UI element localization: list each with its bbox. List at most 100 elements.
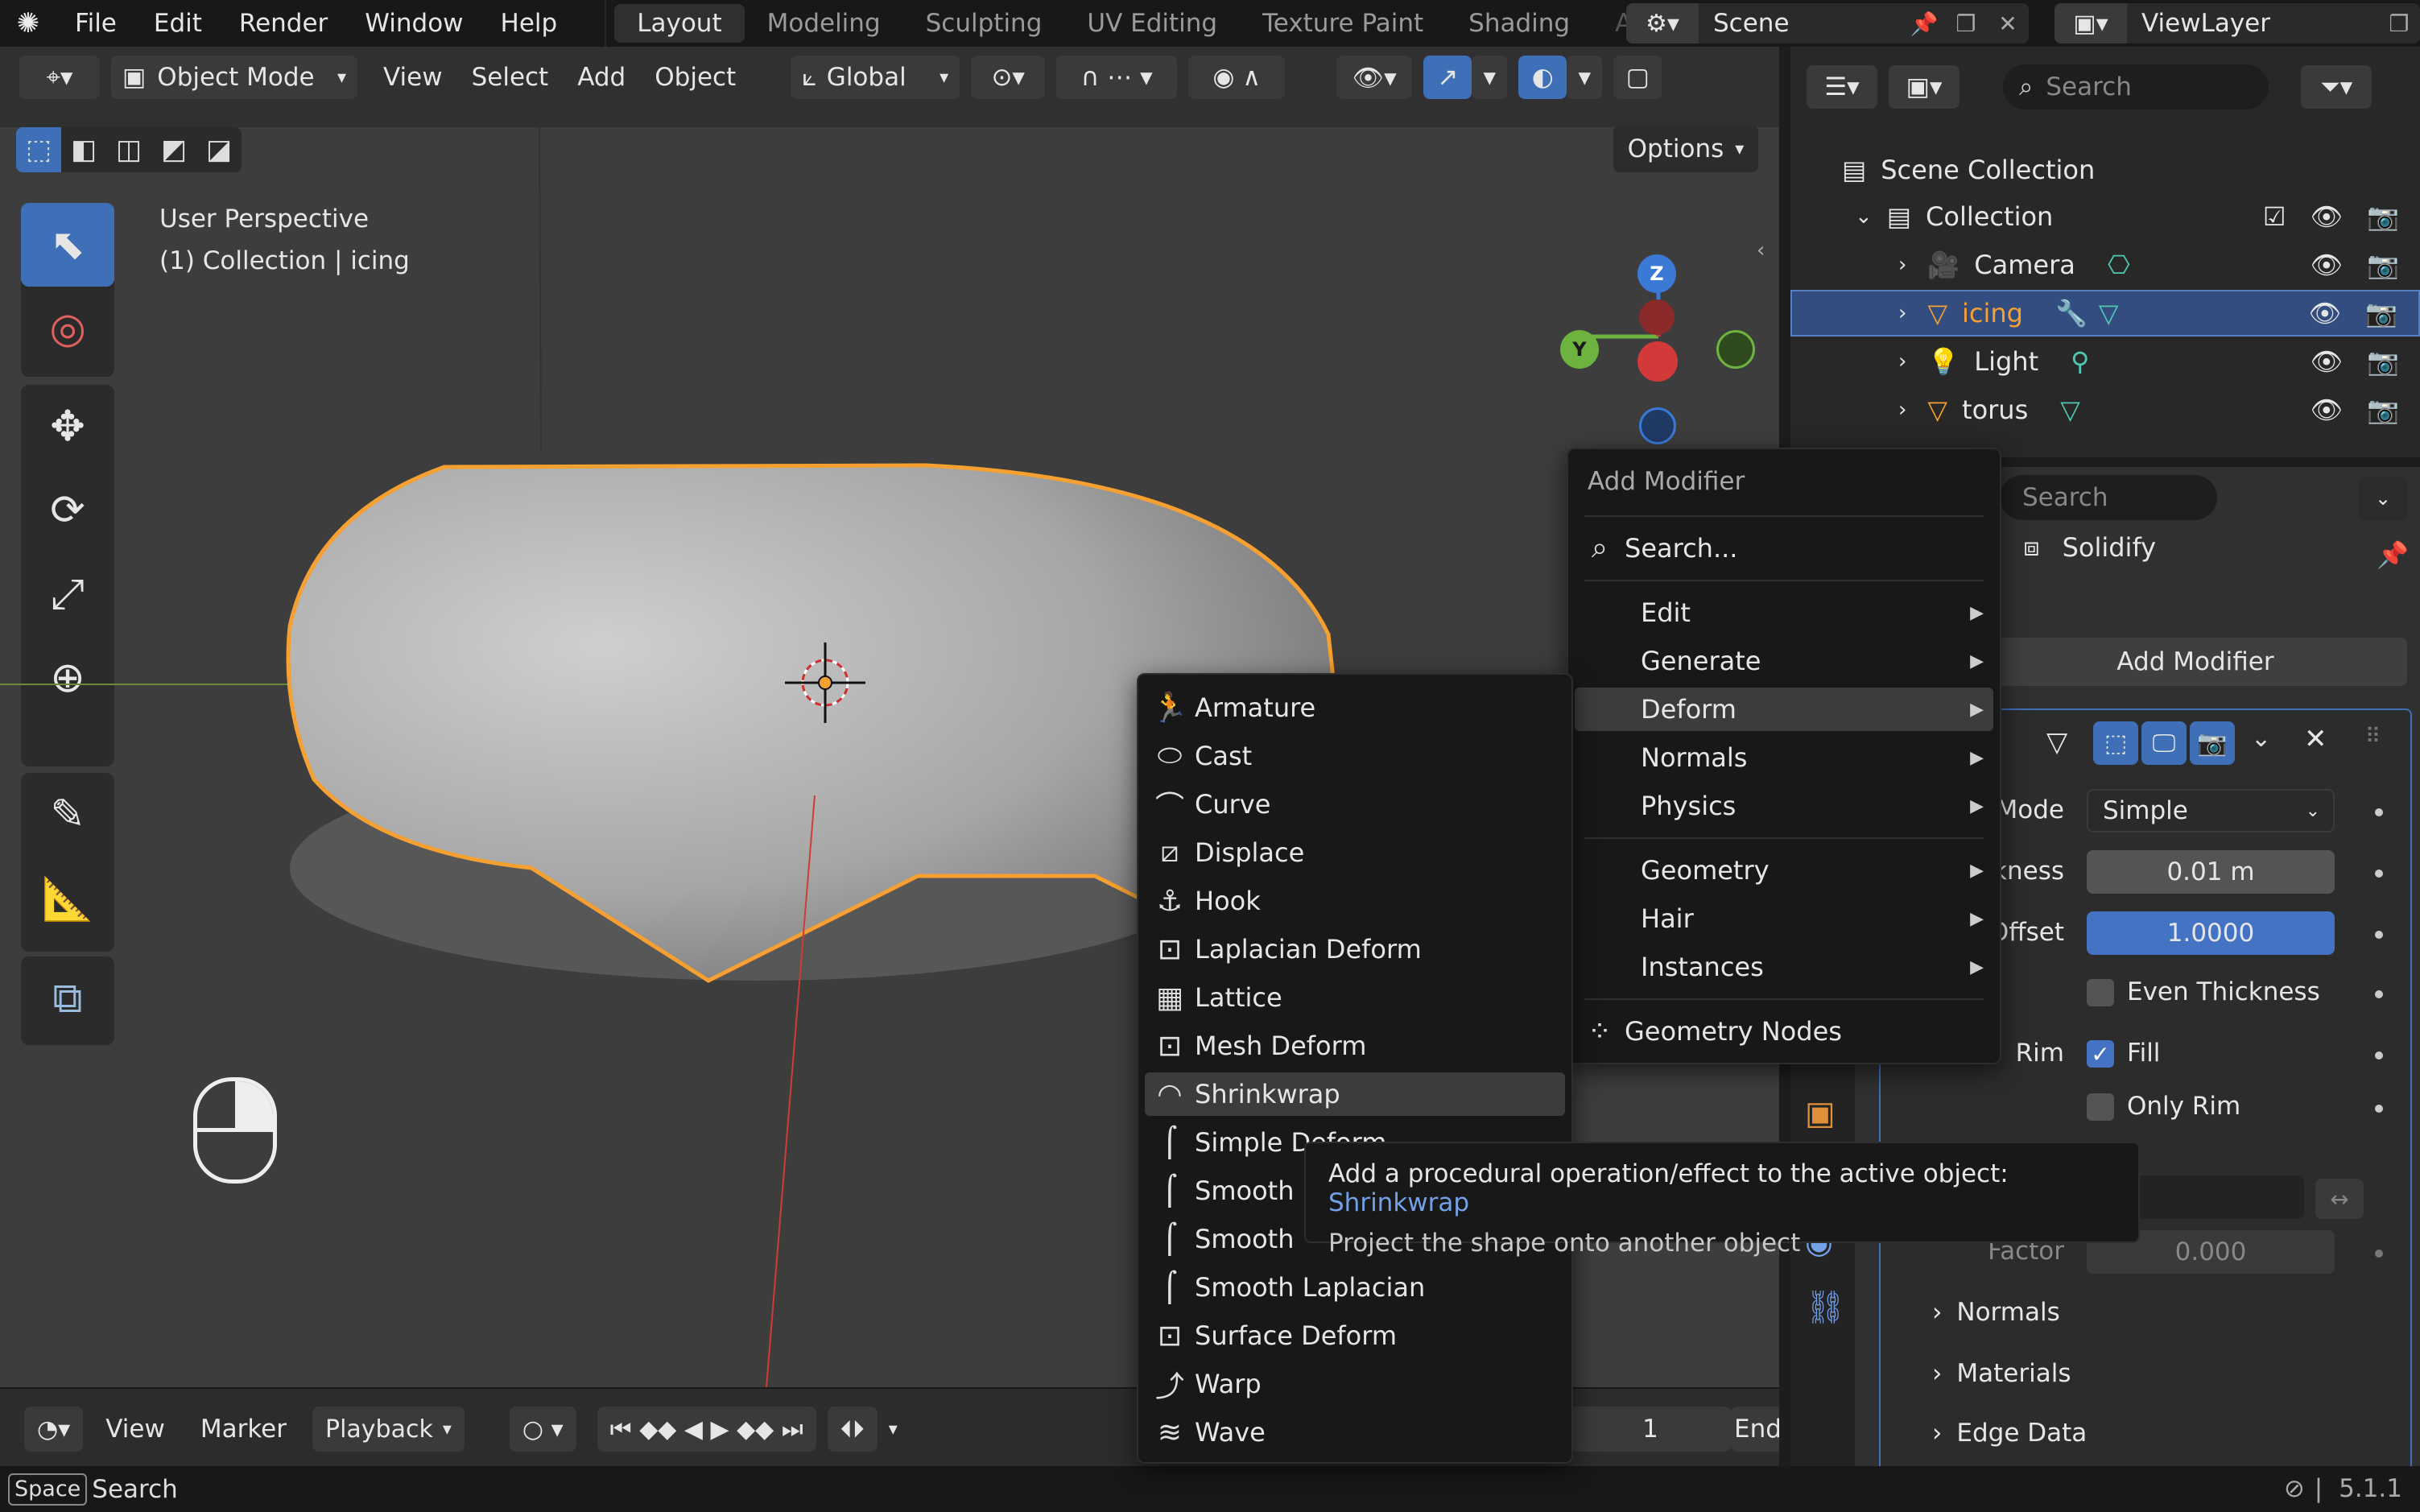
mesh-data-icon[interactable]: ▽ bbox=[2099, 298, 2119, 328]
blender-logo-icon[interactable]: ✺ bbox=[0, 0, 56, 47]
constraints-tab-icon[interactable]: ⛓ bbox=[1805, 1288, 1846, 1326]
eye-icon[interactable]: 👁 bbox=[2311, 201, 2344, 232]
camera-render-icon[interactable]: 📷 bbox=[2367, 201, 2399, 232]
deform-item-armature[interactable]: 🏃 Armature bbox=[1145, 686, 1565, 729]
scene-selector[interactable]: ⚙▾ Scene 📌 ❐ ✕ bbox=[1626, 3, 2029, 43]
playback-dropdown[interactable]: Playback ▾ bbox=[312, 1407, 465, 1452]
mode-dropdown[interactable]: Simple ⌄ bbox=[2087, 789, 2335, 832]
gizmo-dropdown[interactable]: ▾ bbox=[1472, 56, 1508, 99]
chevron-down-icon[interactable]: ▾ bbox=[889, 1419, 898, 1440]
solidify-modifier-row[interactable]: › ⧈ Solidify bbox=[1992, 531, 2156, 563]
orientation-dropdown[interactable]: ⟀ Global ▾ bbox=[791, 56, 960, 99]
modifier-toggle-viewport-icon[interactable]: 🖵 bbox=[2141, 721, 2187, 765]
outliner-item-torus[interactable]: › ▽ torus ▽ 👁 📷 bbox=[1790, 386, 2420, 433]
tab-texture-paint[interactable]: Texture Paint bbox=[1240, 4, 1446, 43]
xray-toggle[interactable]: ▢ bbox=[1613, 56, 1662, 99]
keyframe-dot[interactable] bbox=[2375, 870, 2383, 878]
offset-field[interactable]: 1.0000 bbox=[2087, 911, 2335, 955]
keyframe-dot[interactable] bbox=[2375, 808, 2383, 816]
deform-item-laplacian-deform[interactable]: ⊡ Laplacian Deform bbox=[1145, 927, 1565, 971]
eye-icon[interactable]: 👁 bbox=[2311, 346, 2344, 377]
deform-item-hook[interactable]: ⚓ Hook bbox=[1145, 879, 1565, 923]
outliner-item-icing[interactable]: › ▽ icing 🔧 ▽ 👁 📷 bbox=[1790, 290, 2420, 337]
menu-add[interactable]: Add bbox=[563, 56, 640, 99]
add-cube-tool-icon[interactable]: ⧉ bbox=[21, 956, 114, 1040]
chevron-down-icon[interactable]: ⌄ bbox=[1855, 204, 1873, 229]
outliner-item-camera[interactable]: › 🎥 Camera ⎔ 👁 📷 bbox=[1790, 242, 2420, 288]
outliner-editor-type[interactable]: ☰▾ bbox=[1807, 65, 1877, 109]
menu-render[interactable]: Render bbox=[221, 0, 346, 47]
select-subtract-icon[interactable]: ◫ bbox=[106, 127, 151, 172]
transform-tool-icon[interactable]: ⊕ bbox=[21, 636, 114, 720]
visibility-dropdown[interactable]: 👁▾ bbox=[1336, 56, 1413, 99]
deform-item-smooth-laplacian[interactable]: ⌠ Smooth Laplacian bbox=[1145, 1266, 1565, 1309]
scene-name[interactable]: Scene bbox=[1699, 9, 1903, 38]
select-extend-icon[interactable]: ◧ bbox=[61, 127, 106, 172]
select-invert-icon[interactable]: ◩ bbox=[151, 127, 196, 172]
wrench-modifier-icon[interactable]: 🔧 bbox=[2055, 298, 2088, 328]
menu-item-deform[interactable]: Deform ▶ bbox=[1575, 688, 1993, 731]
chevron-right-icon[interactable]: › bbox=[1898, 398, 1906, 422]
menu-object[interactable]: Object bbox=[640, 56, 750, 99]
deform-item-surface-deform[interactable]: ⊡ Surface Deform bbox=[1145, 1314, 1565, 1357]
modifier-extra-dropdown-icon[interactable]: ⌄ bbox=[2251, 725, 2271, 753]
view-layer-name[interactable]: ViewLayer bbox=[2127, 9, 2378, 38]
keyframe-dot[interactable] bbox=[2375, 1051, 2383, 1060]
collection-row[interactable]: ⌄ ▤ Collection ☑ 👁 📷 bbox=[1790, 193, 2420, 240]
modifier-toggle-editmode-icon[interactable]: ▽ bbox=[2046, 726, 2067, 758]
keyframe-dot[interactable] bbox=[2375, 1105, 2383, 1113]
options-dropdown[interactable]: Options ▾ bbox=[1613, 126, 1758, 172]
deform-item-shrinkwrap[interactable]: ◠ Shrinkwrap bbox=[1145, 1072, 1565, 1116]
gizmo-neg-y[interactable] bbox=[1716, 330, 1755, 369]
mesh-data-icon[interactable]: ▽ bbox=[2060, 395, 2080, 425]
chevron-right-icon[interactable]: › bbox=[1898, 301, 1906, 325]
overlay-toggle[interactable]: ◐ bbox=[1518, 56, 1567, 99]
tab-sculpting[interactable]: Sculpting bbox=[903, 4, 1065, 43]
tab-layout[interactable]: Layout bbox=[614, 4, 745, 43]
gizmo-neg-x[interactable] bbox=[1639, 300, 1675, 335]
cursor-tool-icon[interactable]: ◎ bbox=[21, 287, 114, 370]
menu-file[interactable]: File bbox=[56, 0, 135, 47]
snap-toggle[interactable]: ∩ ⋯ ▾ bbox=[1056, 56, 1178, 99]
exclude-checkbox-icon[interactable]: ☑ bbox=[2263, 201, 2286, 232]
properties-search-input[interactable]: Search bbox=[2000, 475, 2217, 520]
only-rim-checkbox[interactable] bbox=[2087, 1093, 2114, 1121]
normals-section[interactable]: › Normals bbox=[1932, 1298, 2060, 1327]
eye-icon[interactable]: 👁 bbox=[2309, 298, 2342, 328]
scene-collection-row[interactable]: ▤ Scene Collection bbox=[1790, 147, 2420, 193]
mode-dropdown[interactable]: ▣ Object Mode ▾ bbox=[111, 56, 357, 99]
camera-render-icon[interactable]: 📷 bbox=[2367, 346, 2399, 377]
scene-icon[interactable]: ⚙▾ bbox=[1626, 3, 1699, 43]
camera-render-icon[interactable]: 📷 bbox=[2367, 395, 2399, 425]
menu-item-hair[interactable]: Hair ▶ bbox=[1575, 897, 1993, 940]
gizmo-x-axis[interactable] bbox=[1637, 341, 1678, 382]
editor-type-button[interactable]: ⌖▾ bbox=[19, 56, 100, 99]
menu-help[interactable]: Help bbox=[482, 0, 576, 47]
properties-options-dropdown[interactable]: ⌄ bbox=[2359, 477, 2407, 520]
select-intersect-icon[interactable]: ◪ bbox=[196, 127, 242, 172]
fill-checkbox[interactable]: ✓ bbox=[2087, 1040, 2114, 1068]
menu-window[interactable]: Window bbox=[346, 0, 481, 47]
pivot-dropdown[interactable]: ⊙▾ bbox=[971, 56, 1046, 99]
menu-item-instances[interactable]: Instances ▶ bbox=[1575, 945, 1993, 989]
keyframe-dot[interactable] bbox=[2375, 931, 2383, 939]
gizmo-toggle[interactable]: ↗ bbox=[1423, 56, 1472, 99]
keyframe-dot[interactable] bbox=[2375, 1250, 2383, 1258]
timeline-menu-marker[interactable]: Marker bbox=[183, 1415, 304, 1444]
menu-item-physics[interactable]: Physics ▶ bbox=[1575, 784, 1993, 828]
camera-data-icon[interactable]: ⎔ bbox=[2108, 250, 2130, 280]
current-frame-field[interactable]: 1 bbox=[1570, 1407, 1731, 1452]
chevron-right-icon[interactable]: › bbox=[1898, 253, 1906, 277]
modifier-drag-handle-icon[interactable]: ⠿ bbox=[2365, 725, 2381, 749]
annotate-tool-icon[interactable]: ✎ bbox=[21, 773, 114, 857]
overlay-dropdown[interactable]: ▾ bbox=[1567, 56, 1603, 99]
move-tool-icon[interactable]: ✥ bbox=[21, 385, 114, 469]
camera-render-icon[interactable]: 📷 bbox=[2367, 250, 2399, 280]
view-layer-selector[interactable]: ▣▾ ViewLayer ❐ bbox=[2055, 3, 2420, 43]
measure-tool-icon[interactable]: 📐 bbox=[21, 857, 114, 940]
invert-arrows-icon[interactable]: ↔ bbox=[2315, 1179, 2364, 1219]
menu-search[interactable]: ⌕ Search... bbox=[1575, 527, 1993, 570]
pin-icon[interactable]: 📌 bbox=[1903, 3, 1945, 43]
object-tab-icon[interactable]: ▣ bbox=[1805, 1095, 1836, 1132]
deform-item-cast[interactable]: ⬭ Cast bbox=[1145, 734, 1565, 778]
